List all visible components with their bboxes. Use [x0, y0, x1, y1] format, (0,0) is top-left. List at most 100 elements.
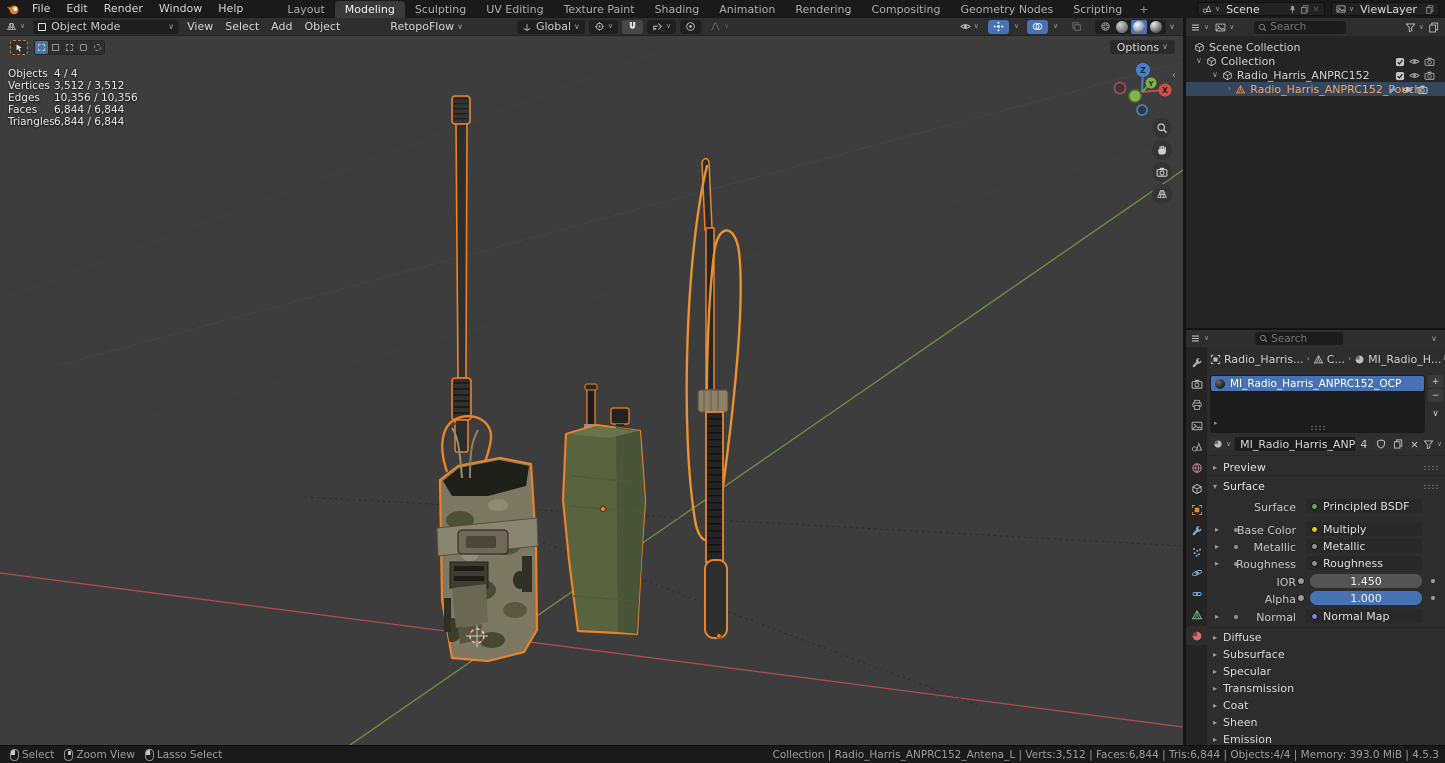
shading-rendered-button[interactable]	[1148, 20, 1164, 34]
tab-particles[interactable]	[1186, 542, 1207, 561]
properties-search-input[interactable]	[1271, 333, 1341, 345]
normal-field[interactable]: Normal Map	[1306, 609, 1422, 623]
roughness-field[interactable]: Roughness	[1306, 556, 1422, 570]
menu-object[interactable]: Object	[298, 18, 346, 36]
users-count-button[interactable]: 4	[1356, 437, 1372, 451]
add-slot-button[interactable]: +	[1428, 375, 1443, 388]
proportional-editing-toggle[interactable]	[680, 20, 701, 34]
menu-edit[interactable]: Edit	[58, 0, 95, 18]
expand-icon[interactable]: ›	[1228, 85, 1231, 93]
material-filter-dropdown[interactable]: ∨	[1423, 439, 1442, 450]
base-color-field[interactable]: Multiply	[1306, 522, 1422, 536]
socket-icon[interactable]	[1297, 577, 1305, 585]
exclude-checkbox[interactable]	[1395, 57, 1405, 67]
xray-toggle[interactable]	[1066, 20, 1087, 34]
panel-emission[interactable]: ▸Emission	[1207, 731, 1445, 745]
material-name-field[interactable]: MI_Radio_Harris_ANPRC152...	[1235, 437, 1355, 451]
copy-icon[interactable]	[1300, 5, 1309, 14]
zoom-view-button[interactable]	[1152, 118, 1172, 138]
menu-file[interactable]: File	[24, 0, 58, 18]
scene-selector[interactable]: ∨ Scene	[1197, 2, 1325, 16]
pan-view-button[interactable]	[1152, 140, 1172, 160]
exclude-checkbox[interactable]	[1395, 71, 1405, 81]
tab-sculpting[interactable]: Sculpting	[405, 1, 476, 18]
breadcrumb-material[interactable]: MI_Radio_H...	[1368, 353, 1441, 366]
shading-wireframe-button[interactable]	[1097, 20, 1113, 34]
tab-physics[interactable]	[1186, 563, 1207, 582]
breadcrumb-data[interactable]: C...	[1327, 353, 1345, 366]
tab-layout[interactable]: Layout	[277, 1, 334, 18]
panel-transmission[interactable]: ▸Transmission	[1207, 680, 1445, 696]
panel-subsurface[interactable]: ▸Subsurface	[1207, 646, 1445, 662]
close-icon[interactable]	[1312, 5, 1320, 13]
tab-scene[interactable]	[1186, 437, 1207, 456]
filter-dropdown[interactable]: ∨	[1403, 18, 1426, 36]
viewport-canvas[interactable]: Objects4 / 4 Vertices3,512 / 3,512 Edges…	[0, 36, 1183, 745]
breadcrumb-object[interactable]: Radio_Harris...	[1224, 353, 1304, 366]
material-slot-active[interactable]: MI_Radio_Harris_ANPRC152_OCP	[1211, 376, 1424, 391]
menu-window[interactable]: Window	[151, 0, 210, 18]
snap-target-dropdown[interactable]: ∨	[647, 20, 676, 34]
shading-solid-button[interactable]	[1114, 20, 1130, 34]
menu-view[interactable]: View	[181, 18, 219, 36]
panel-sheen[interactable]: ▸Sheen	[1207, 714, 1445, 730]
tab-geometry-nodes[interactable]: Geometry Nodes	[950, 1, 1063, 18]
tab-animation[interactable]: Animation	[709, 1, 785, 18]
hide-eye-icon[interactable]	[1409, 56, 1420, 67]
outliner-row-radio-collection[interactable]: ∨ Radio_Harris_ANPRC152	[1186, 68, 1445, 82]
tab-shading[interactable]: Shading	[645, 1, 710, 18]
proportional-falloff-dropdown[interactable]: ∨	[705, 20, 734, 34]
ior-slider[interactable]: 1.450	[1310, 574, 1422, 588]
new-collection-button[interactable]	[1426, 18, 1445, 36]
panel-diffuse[interactable]: ▸Diffuse	[1207, 629, 1445, 645]
tab-render[interactable]	[1186, 374, 1207, 393]
remove-slot-button[interactable]: −	[1428, 389, 1443, 402]
shading-material-preview-button[interactable]	[1131, 20, 1147, 34]
modifier-wrench-icon[interactable]	[1388, 85, 1398, 95]
select-tool-button[interactable]	[91, 41, 104, 54]
tweak-tool-button[interactable]	[10, 40, 28, 55]
editor-type-selector[interactable]: ∨	[1186, 18, 1213, 36]
tab-world[interactable]	[1186, 458, 1207, 477]
expand-icon[interactable]: ∨	[1212, 71, 1218, 79]
show-gizmo-dropdown[interactable]: ∨	[955, 20, 984, 34]
orientation-dropdown[interactable]: Global ∨	[517, 20, 585, 34]
surface-shader-field[interactable]: Principled BSDF	[1306, 499, 1422, 513]
blender-logo-icon[interactable]	[6, 2, 20, 16]
outliner-row-pouch[interactable]: › Radio_Harris_ANPRC152_Pouch	[1186, 82, 1445, 96]
select-tool-button[interactable]	[77, 41, 90, 54]
alpha-slider[interactable]: 1.000	[1310, 591, 1422, 605]
tab-rendering[interactable]: Rendering	[785, 1, 861, 18]
browse-material-button[interactable]: ∨	[1210, 437, 1234, 451]
hide-eye-icon[interactable]	[1402, 84, 1413, 95]
resize-grip[interactable]	[1310, 425, 1326, 430]
panel-surface[interactable]: ▾ Surface	[1207, 478, 1445, 494]
tab-modifiers[interactable]	[1186, 521, 1207, 540]
pivot-point-dropdown[interactable]: ∨	[589, 20, 618, 34]
panel-specular[interactable]: ▸Specular	[1207, 663, 1445, 679]
outliner-search[interactable]	[1254, 21, 1346, 34]
display-mode-dropdown[interactable]: ∨	[1213, 18, 1236, 36]
options-button[interactable]: Options ∨	[1110, 40, 1175, 54]
panel-preview[interactable]: ▸ Preview	[1207, 459, 1445, 475]
copy-icon[interactable]	[1425, 5, 1434, 14]
outliner-search-input[interactable]	[1270, 21, 1340, 33]
new-material-button[interactable]	[1390, 437, 1406, 451]
material-slot-list[interactable]: MI_Radio_Harris_ANPRC152_OCP ▸	[1210, 375, 1425, 433]
panel-coat[interactable]: ▸Coat	[1207, 697, 1445, 713]
expand-icon[interactable]: ∨	[1196, 57, 1202, 65]
menu-add[interactable]: Add	[265, 18, 298, 36]
outliner-row-scene-collection[interactable]: Scene Collection	[1186, 40, 1445, 54]
camera-view-button[interactable]	[1152, 162, 1172, 182]
collapse-panel-icon[interactable]: ‹	[1172, 70, 1176, 81]
decorator-dot-icon[interactable]	[1431, 579, 1435, 583]
pin-icon[interactable]	[1288, 5, 1297, 14]
tab-scripting[interactable]: Scripting	[1063, 1, 1132, 18]
tab-tool[interactable]	[1186, 353, 1207, 372]
chevron-down-icon[interactable]: ∨	[1431, 335, 1437, 343]
tab-compositing[interactable]: Compositing	[862, 1, 951, 18]
metallic-field[interactable]: Metallic	[1306, 539, 1422, 553]
tab-modeling[interactable]: Modeling	[335, 1, 405, 18]
disable-render-icon[interactable]	[1424, 56, 1435, 67]
tab-collection[interactable]	[1186, 479, 1207, 498]
